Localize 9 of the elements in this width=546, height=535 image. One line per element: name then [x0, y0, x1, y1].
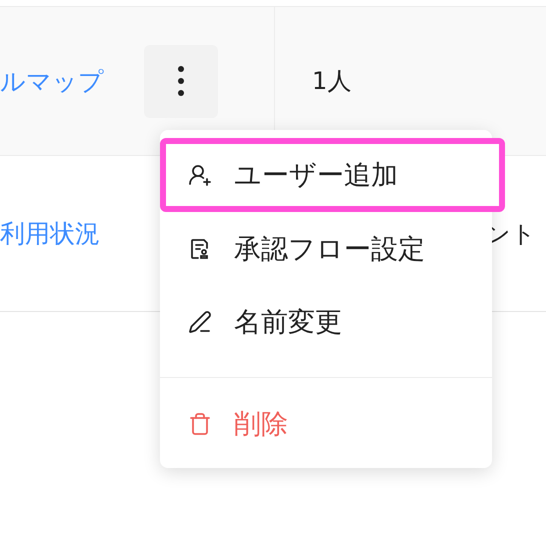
more-button[interactable] — [144, 44, 218, 118]
pencil-icon — [188, 310, 212, 334]
menu-item[interactable]: 名前変更 — [160, 285, 492, 358]
user-plus-icon — [188, 163, 212, 187]
table-cell-text: 1人 — [312, 66, 352, 97]
trash-icon — [188, 412, 212, 436]
menu-item[interactable]: ユーザー追加 — [160, 138, 505, 212]
more-icon — [178, 66, 184, 96]
menu-item[interactable]: 承認フロー設定 — [160, 212, 492, 285]
